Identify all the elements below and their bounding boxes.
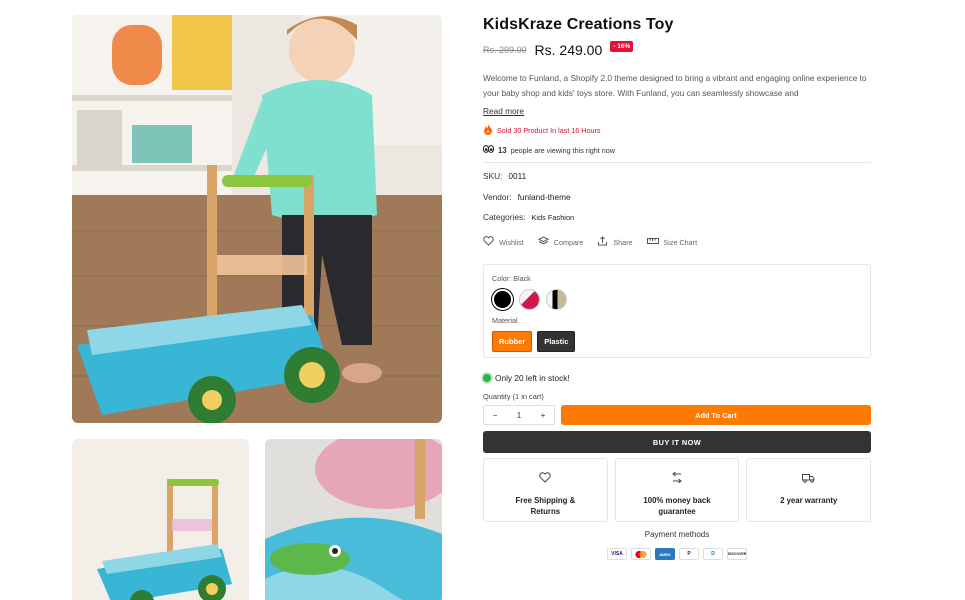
material-label: Material xyxy=(492,316,518,325)
vendor-value[interactable]: funland-theme xyxy=(518,192,571,202)
quantity-decrease-button[interactable]: − xyxy=(484,411,506,420)
diners-label: D xyxy=(711,551,715,557)
color-swatches xyxy=(492,289,567,310)
viewing-text: people are viewing this right now xyxy=(510,145,615,155)
payment-methods-title: Payment methods xyxy=(644,530,710,539)
color-label: Color: Black xyxy=(492,274,531,283)
swatch-pink-red[interactable] xyxy=(519,289,540,310)
size-chart-button[interactable]: Size Chart xyxy=(646,236,698,248)
categories-label: Categories: xyxy=(483,212,526,222)
thumbnail-image-2[interactable] xyxy=(265,439,442,600)
variant-picker: Color: Black Material Rubber Plastic xyxy=(483,264,871,358)
amex-label: AMEX xyxy=(659,551,671,557)
vendor-row: Vendor: funland-theme xyxy=(483,192,571,202)
wishlist-button[interactable]: Wishlist xyxy=(483,236,524,248)
share-label: Share xyxy=(613,237,633,247)
mastercard-icon xyxy=(631,548,651,560)
sku-value: 0011 xyxy=(508,171,527,181)
compare-at-price: Rs. 299.00 xyxy=(483,45,527,55)
quantity-stepper: − 1 + xyxy=(483,405,555,425)
main-product-image[interactable] xyxy=(72,15,442,423)
return-arrow-icon xyxy=(671,470,683,488)
heart-icon xyxy=(483,236,494,248)
quantity-label: Quantity (1 in cart) xyxy=(483,392,544,401)
swatch-black[interactable] xyxy=(492,289,513,310)
sku-row: SKU: 0011 xyxy=(483,171,526,181)
stock-notice: Only 20 left in stock! xyxy=(483,373,570,383)
in-cart-count: (1 in cart) xyxy=(512,392,544,401)
visa-label: VISA xyxy=(611,551,623,557)
truck-icon xyxy=(802,470,815,488)
layers-icon xyxy=(537,236,549,248)
feature-boxes: Free Shipping & Returns 100% money back … xyxy=(483,458,872,522)
sold-text: Sold 30 Product In last 16 Hours xyxy=(497,126,601,135)
feature-money-back: 100% money back guarantee xyxy=(614,458,740,522)
thumbnail-image-1[interactable] xyxy=(72,439,249,600)
share-icon xyxy=(597,236,608,248)
compare-label: Compare xyxy=(553,237,584,247)
read-more-link[interactable]: Read more xyxy=(483,106,524,116)
size-chart-label: Size Chart xyxy=(663,237,698,247)
material-plastic-button[interactable]: Plastic xyxy=(537,331,576,352)
paypal-label: P xyxy=(687,551,691,557)
sku-label: SKU: xyxy=(483,171,503,181)
diners-icon: D xyxy=(703,548,723,560)
discount-badge: - 16% xyxy=(610,40,634,52)
live-viewers-notice: 13 people are viewing this right now xyxy=(482,145,615,155)
sale-price: Rs. 249.00 xyxy=(534,42,603,58)
product-description: Welcome to Funland, a Shopify 2.0 theme … xyxy=(483,73,867,98)
quantity-input[interactable]: 1 xyxy=(508,411,530,420)
paypal-icon: P xyxy=(679,548,699,560)
compare-button[interactable]: Compare xyxy=(537,236,584,248)
category-link[interactable]: Kids Fashion xyxy=(531,213,574,222)
vendor-label: Vendor: xyxy=(483,192,512,202)
visa-icon: VISA xyxy=(607,548,627,560)
swatch-black-beige[interactable] xyxy=(546,289,567,310)
amex-icon: AMEX xyxy=(655,548,675,560)
wishlist-label: Wishlist xyxy=(499,237,524,247)
categories-row: Categories: Kids Fashion xyxy=(483,212,574,222)
stock-text: Only 20 left in stock! xyxy=(495,373,570,383)
feature-warranty: 2 year warranty xyxy=(746,458,872,522)
discover-icon: DISCOVER xyxy=(727,548,747,560)
discover-label: DISCOVER xyxy=(727,552,747,556)
feature-free-shipping: Free Shipping & Returns xyxy=(483,458,608,522)
sold-count-notice: Sold 30 Product In last 16 Hours xyxy=(483,124,600,137)
feature-text: 100% money back guarantee xyxy=(643,496,711,516)
material-rubber-button[interactable]: Rubber xyxy=(492,331,533,352)
selected-color: Black xyxy=(513,274,531,283)
price-row: Rs. 299.00 Rs. 249.00 - 16% xyxy=(483,40,634,58)
quantity-label-text: Quantity xyxy=(483,392,511,401)
color-label-text: Color: xyxy=(492,274,512,283)
divider xyxy=(483,162,871,163)
product-title: KidsKraze Creations Toy xyxy=(483,16,674,33)
feature-text: 2 year warranty xyxy=(780,496,838,505)
ruler-icon xyxy=(646,237,659,247)
add-to-cart-button[interactable]: Add To Cart xyxy=(561,405,871,425)
payment-icons: VISA AMEX P D DISCOVER xyxy=(483,548,871,560)
quantity-increase-button[interactable]: + xyxy=(532,411,554,420)
viewer-count: 13 xyxy=(498,145,507,155)
product-actions: Wishlist Compare Share Size Chart xyxy=(483,236,697,248)
fire-icon xyxy=(483,124,493,137)
in-stock-dot-icon xyxy=(483,374,491,382)
material-options: Rubber Plastic xyxy=(492,331,576,352)
buy-now-button[interactable]: BUY IT NOW xyxy=(483,431,871,453)
heart-icon xyxy=(539,470,552,488)
feature-text: Free Shipping & Returns xyxy=(515,496,576,516)
eyes-icon xyxy=(482,145,495,155)
share-button[interactable]: Share xyxy=(597,236,633,248)
